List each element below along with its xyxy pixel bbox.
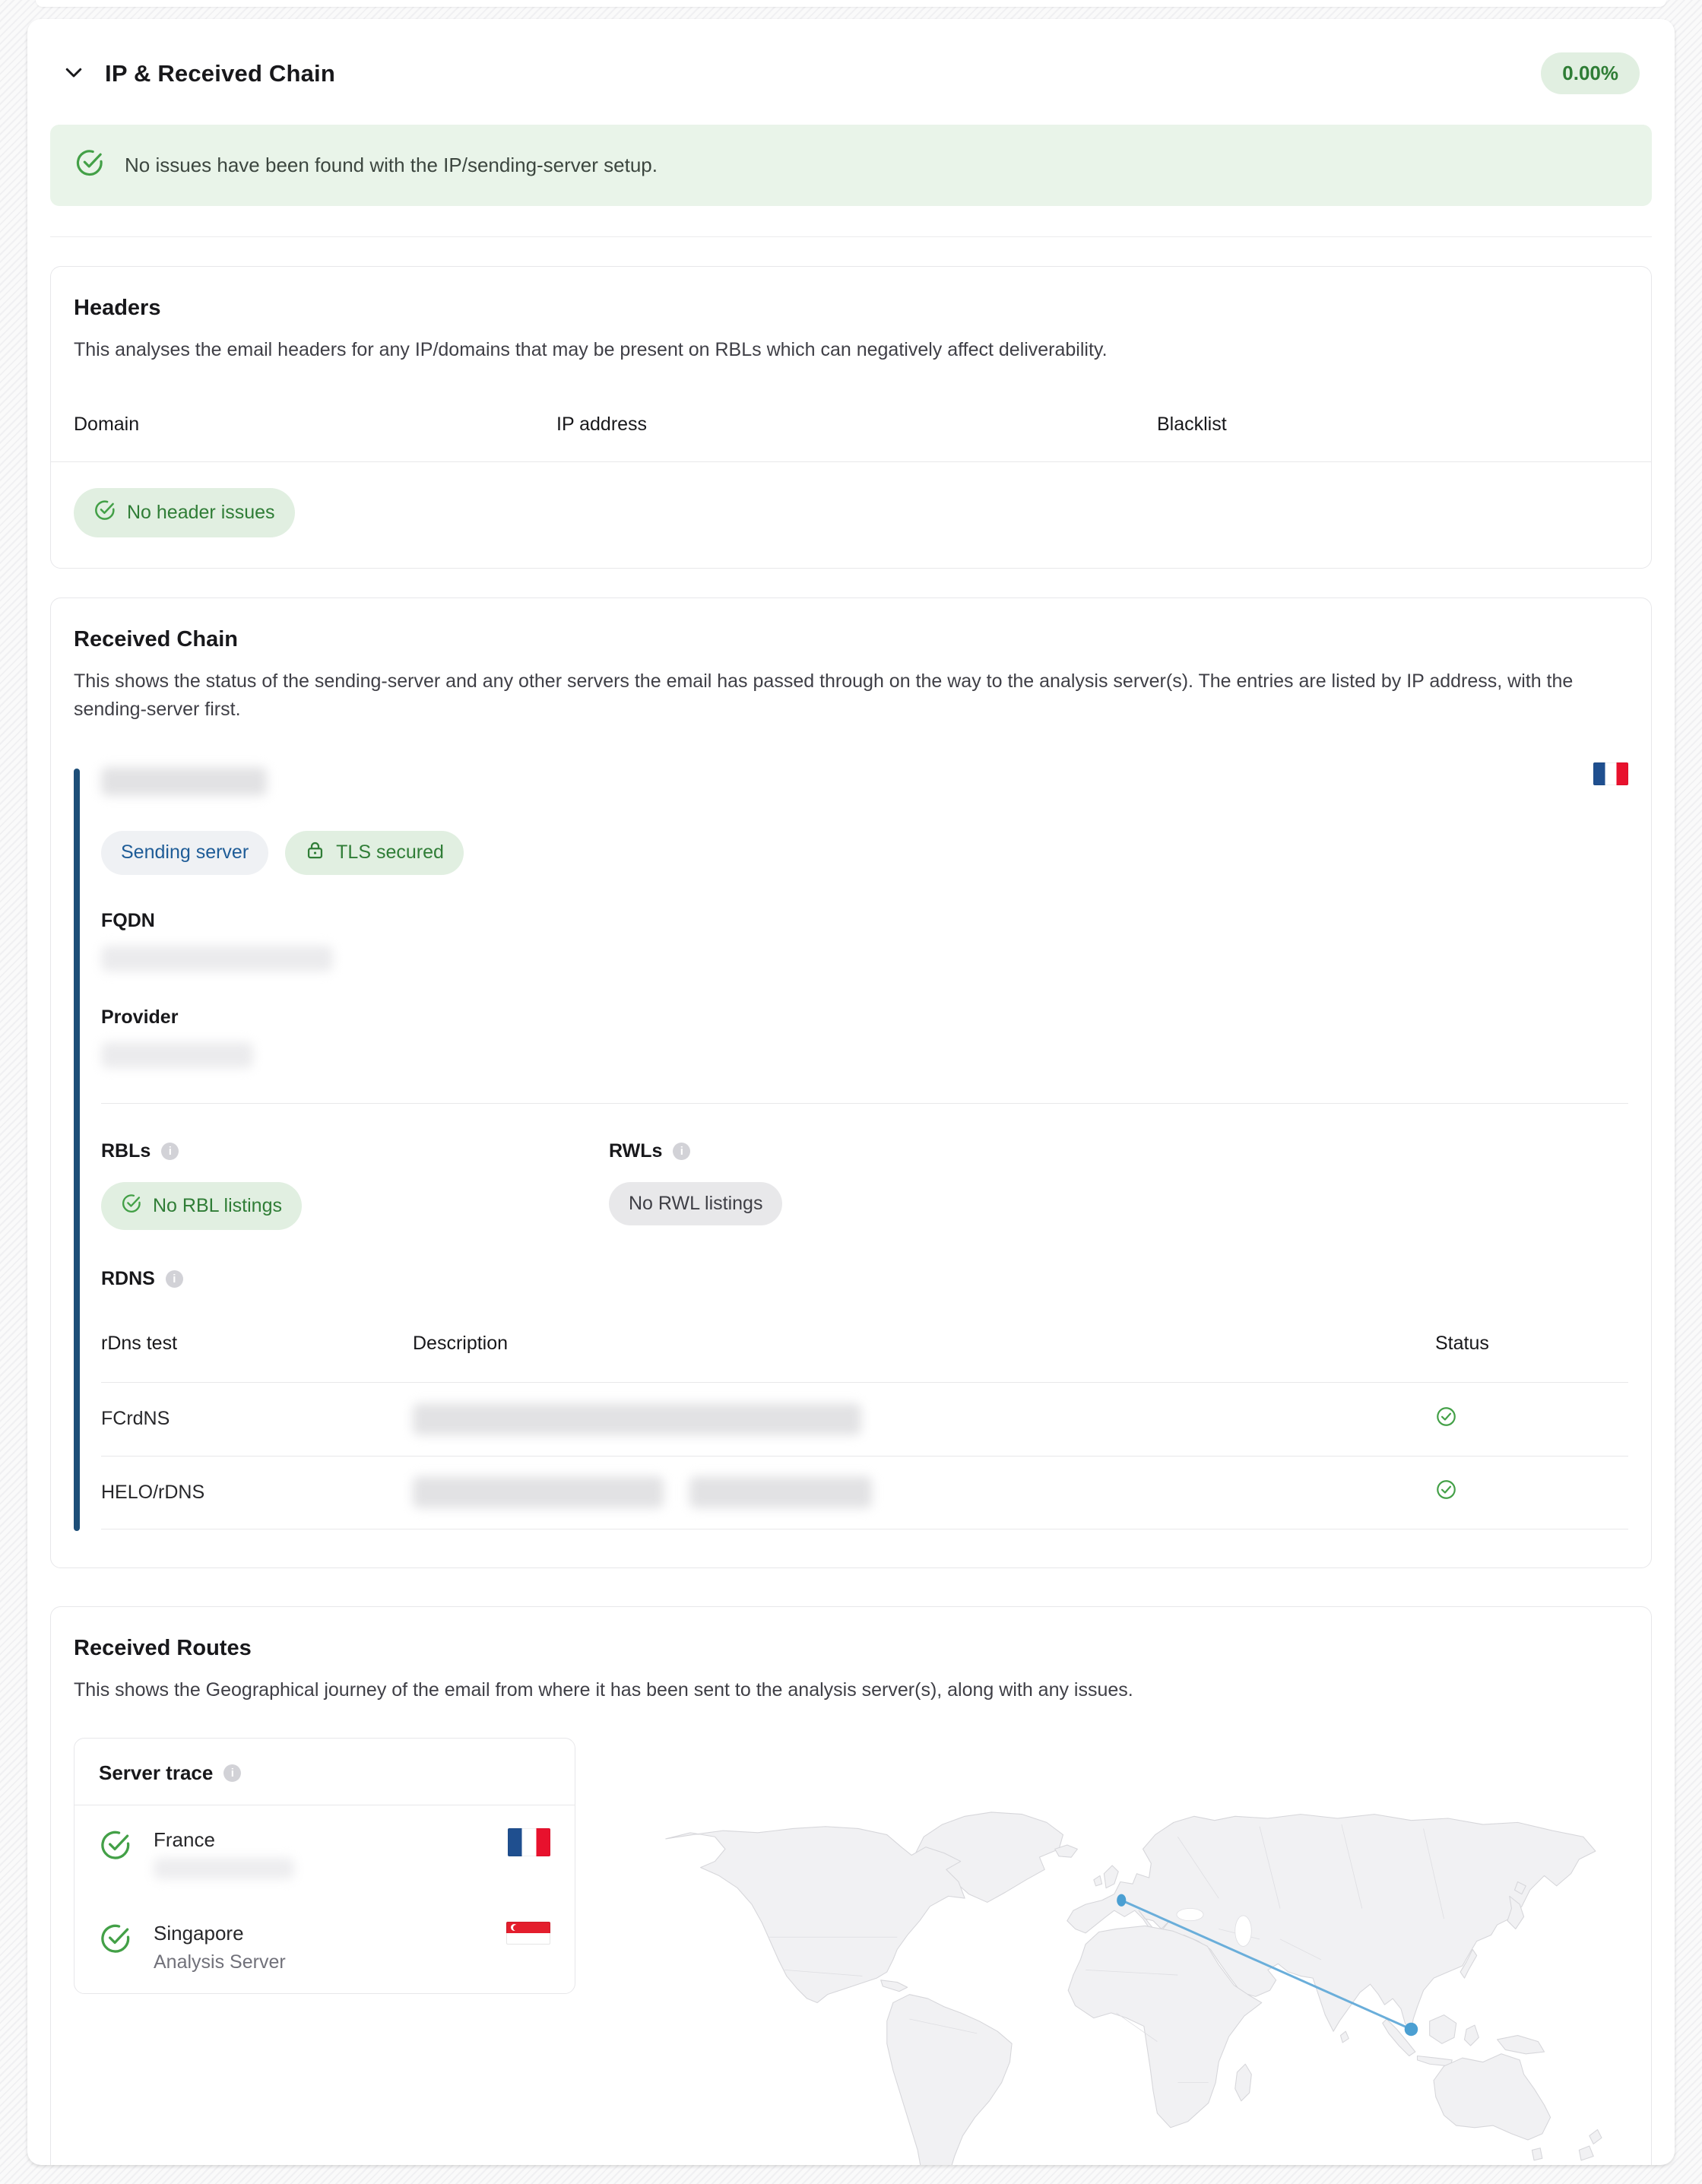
sending-server-badge: Sending server [101,831,268,875]
trace-country: France [154,1828,294,1852]
info-icon[interactable]: i [223,1764,241,1782]
no-rbl-listings-label: No RBL listings [153,1195,282,1217]
rdns-test-name: FCrdNS [101,1408,413,1430]
info-icon[interactable]: i [161,1143,179,1160]
rwls-label: RWLs i [609,1140,1628,1162]
server-ip-redacted [101,767,267,796]
rdns-table-header: rDns test Description Status [101,1325,1628,1382]
rdns-test-name: HELO/rDNS [101,1482,413,1504]
trace-entry-singapore: Singapore Analysis Server [74,1899,575,1993]
server-trace-panel: Server trace i France [74,1738,575,1994]
rbls-column: RBLs i No RBL listings [101,1140,609,1230]
divider [101,1103,1628,1104]
headers-card-description: This analyses the email headers for any … [74,336,1628,365]
table-row: HELO/rDNS [101,1456,1628,1529]
headers-table-columns: Domain IP address Blacklist [74,414,1628,436]
check-circle-icon [93,499,116,527]
fqdn-value-redacted [101,946,333,972]
rdns-label: RDNS i [101,1268,1628,1290]
tls-secured-badge: TLS secured [285,831,464,875]
info-icon[interactable]: i [673,1143,690,1160]
info-icon[interactable]: i [166,1270,183,1288]
received-chain-title: Received Chain [74,627,1628,652]
trace-entry-france: France [74,1805,575,1899]
no-rbl-listings-pill: No RBL listings [101,1182,302,1230]
divider [51,461,1651,462]
description-redacted [413,1403,861,1435]
rdns-table: rDns test Description Status FCrdNS [101,1325,1628,1529]
column-ip-address: IP address [556,414,1157,436]
check-circle-icon [99,1922,132,1959]
ip-received-chain-section: IP & Received Chain 0.00% No issues have… [27,19,1675,2165]
banner-text: No issues have been found with the IP/se… [125,154,658,177]
rbls-label: RBLs i [101,1140,609,1162]
rbl-rwl-row: RBLs i No RBL listings [101,1140,1628,1230]
tls-secured-label: TLS secured [336,842,444,864]
world-map [604,1756,1628,2165]
description-redacted [689,1476,872,1508]
column-status: Status [1435,1333,1628,1355]
france-flag-icon [1593,762,1628,785]
received-chain-description: This shows the status of the sending-ser… [74,667,1624,724]
headers-card: Headers This analyses the email headers … [50,266,1652,569]
received-routes-title: Received Routes [74,1636,1628,1661]
column-blacklist: Blacklist [1157,414,1628,436]
fqdn-label: FQDN [101,910,1628,932]
provider-label: Provider [101,1006,1628,1029]
check-circle-icon [121,1193,142,1219]
trace-ip-redacted [154,1858,294,1879]
no-rwl-listings-label: No RWL listings [629,1193,762,1215]
provider-value-redacted [101,1042,253,1068]
lock-icon [305,840,325,866]
score-badge: 0.00% [1541,52,1640,94]
section-title: IP & Received Chain [105,60,335,87]
column-rdns-test: rDns test [101,1333,413,1355]
check-circle-icon [74,147,105,183]
server-trace-header: Server trace i [74,1739,575,1805]
chain-entry: Sending server TLS secured [74,762,1628,1537]
no-rwl-listings-pill: No RWL listings [609,1182,782,1225]
france-flag-icon [508,1828,550,1856]
column-domain: Domain [74,414,556,436]
headers-empty-state-row: No header issues [74,488,1628,537]
server-trace-title: Server trace [99,1761,213,1785]
page: IP & Received Chain 0.00% No issues have… [0,0,1702,2184]
received-chain-card: Received Chain This shows the status of … [50,598,1652,1568]
route-origin-dot [1117,1894,1126,1907]
headers-card-title: Headers [74,296,1628,321]
success-banner: No issues have been found with the IP/se… [50,125,1652,206]
routes-body: Server trace i France [74,1738,1628,2165]
status-pass-icon [1435,1479,1628,1506]
received-routes-description: This shows the Geographical journey of t… [74,1676,1628,1705]
description-redacted [413,1476,664,1508]
chevron-down-icon [62,61,85,86]
status-pass-icon [1435,1406,1628,1433]
section-header: IP & Received Chain 0.00% [50,19,1652,94]
previous-section-card-edge [36,0,1666,7]
trace-country: Singapore [154,1922,286,1945]
column-description: Description [413,1333,1435,1355]
check-circle-icon [99,1828,132,1865]
route-destination-dot [1405,2023,1418,2037]
singapore-flag-icon [506,1922,550,1945]
received-routes-card: Received Routes This shows the Geographi… [50,1606,1652,2166]
sending-server-label: Sending server [121,842,249,864]
no-header-issues-label: No header issues [127,502,275,524]
table-row: FCrdNS [101,1382,1628,1456]
no-header-issues-pill: No header issues [74,488,295,537]
divider [50,236,1652,237]
rwls-column: RWLs i No RWL listings [609,1140,1628,1230]
trace-subtitle: Analysis Server [154,1951,286,1973]
collapse-section-button[interactable] [61,61,87,87]
server-badges: Sending server TLS secured [101,831,1628,875]
